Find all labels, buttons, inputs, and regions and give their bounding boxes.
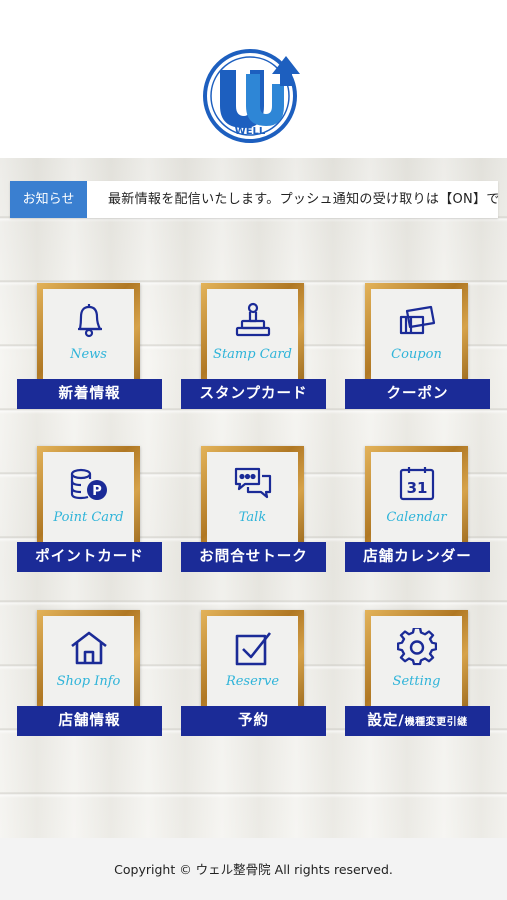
svg-text:31: 31 xyxy=(407,479,428,497)
tile-frame: Talk xyxy=(201,446,304,549)
menu-tile-stamp-card[interactable]: Stamp Card スタンプカード xyxy=(181,283,326,409)
app-header: WELL xyxy=(0,0,507,160)
tile-script-label: Stamp Card xyxy=(213,347,292,362)
bell-icon xyxy=(78,304,102,338)
news-ticker[interactable]: お知らせ 最新情報を配信いたします。プッシュ通知の受け取りは【ON】で xyxy=(10,181,498,218)
tile-frame: P Point Card xyxy=(37,446,140,549)
house-icon xyxy=(71,631,107,665)
menu-tile-coupon[interactable]: Coupon クーポン xyxy=(345,283,490,409)
tile-script-label: News xyxy=(70,347,107,362)
coupon-icon xyxy=(399,305,436,335)
svg-text:P: P xyxy=(92,484,102,499)
stamp-icon xyxy=(235,302,271,337)
menu-tile-talk[interactable]: Talk お問合せトーク xyxy=(181,446,326,572)
tile-label: 店舗情報 xyxy=(17,706,162,736)
tile-script-label: Point Card xyxy=(53,510,124,525)
footer: Copyright © ウェル整骨院 All rights reserved. xyxy=(0,838,507,900)
tile-label: 設定/機種変更引継 xyxy=(345,706,490,736)
menu-tile-point-card[interactable]: P Point Card ポイントカード xyxy=(17,446,162,572)
copyright-text: Copyright © ウェル整骨院 All rights reserved. xyxy=(114,862,393,877)
news-ticker-text: 最新情報を配信いたします。プッシュ通知の受け取りは【ON】で xyxy=(108,192,498,207)
tile-label: 店舗カレンダー xyxy=(345,542,490,572)
menu-tile-shop-info[interactable]: Shop Info 店舗情報 xyxy=(17,610,162,736)
news-badge: お知らせ xyxy=(10,181,87,218)
tile-frame: 31 Calendar xyxy=(365,446,468,549)
tile-script-label: Shop Info xyxy=(56,674,121,689)
menu-tile-calendar[interactable]: 31 Calendar 店舗カレンダー xyxy=(345,446,490,572)
well-logo: WELL xyxy=(203,49,300,143)
tile-frame: Coupon xyxy=(365,283,468,386)
tile-script-label: Talk xyxy=(238,510,267,525)
tile-label: スタンプカード xyxy=(181,379,326,409)
tile-frame: Setting xyxy=(365,610,468,713)
tile-label: クーポン xyxy=(345,379,490,409)
checkbox-icon xyxy=(235,632,272,666)
calendar-icon: 31 xyxy=(399,467,435,501)
tile-script-label: Coupon xyxy=(391,347,442,362)
menu-tile-reserve[interactable]: Reserve 予約 xyxy=(181,610,326,736)
tile-label: 予約 xyxy=(181,706,326,736)
chat-icon xyxy=(234,467,272,499)
tile-frame: Reserve xyxy=(201,610,304,713)
menu-tile-news[interactable]: News 新着情報 xyxy=(17,283,162,409)
gear-icon xyxy=(397,628,437,666)
tile-frame: News xyxy=(37,283,140,386)
tile-script-label: Setting xyxy=(392,674,441,689)
tile-label: 新着情報 xyxy=(17,379,162,409)
tile-frame: Shop Info xyxy=(37,610,140,713)
tile-label: お問合せトーク xyxy=(181,542,326,572)
tile-frame: Stamp Card xyxy=(201,283,304,386)
svg-text:WELL: WELL xyxy=(235,126,266,137)
coins-icon: P xyxy=(70,468,107,500)
tile-script-label: Calendar xyxy=(386,510,447,525)
menu-tile-setting[interactable]: Setting 設定/機種変更引継 xyxy=(345,610,490,736)
tile-script-label: Reserve xyxy=(225,674,280,689)
tile-label: ポイントカード xyxy=(17,542,162,572)
